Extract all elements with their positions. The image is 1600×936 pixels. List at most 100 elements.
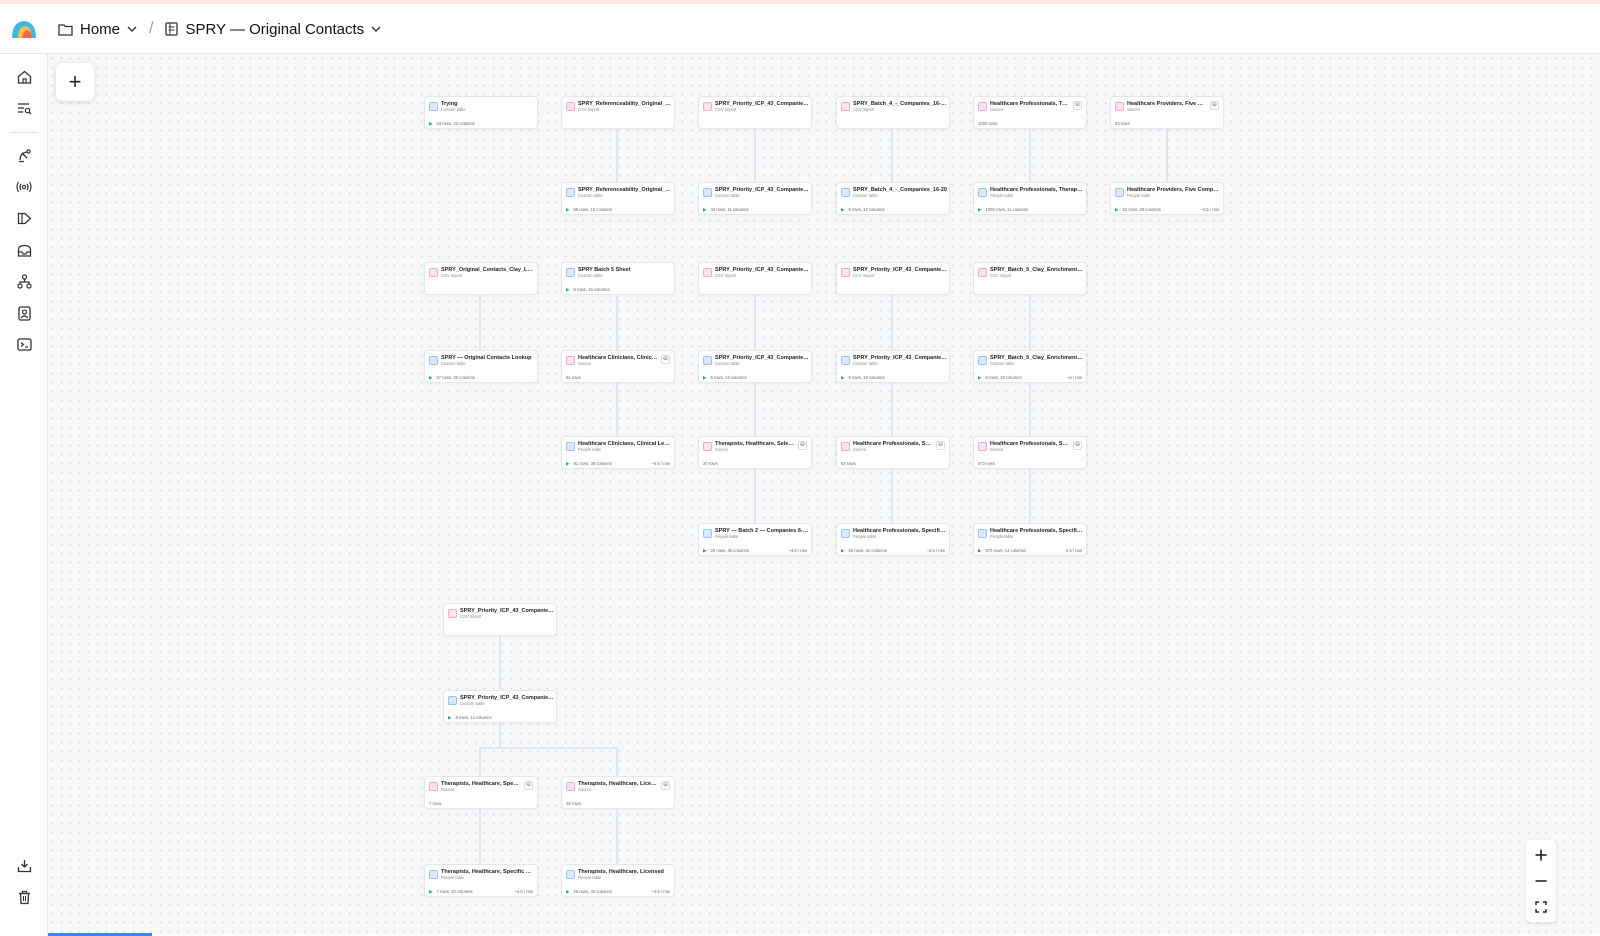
chevron-down-icon[interactable]	[371, 26, 381, 33]
workflow-node[interactable]: Therapists, Healthcare, Specific Com... P…	[424, 864, 538, 897]
workflow-node[interactable]: Trying Custom table ▶ 44 rows, 22 columns	[424, 96, 538, 129]
node-type-label: CSV import	[460, 614, 482, 619]
play-icon[interactable]: ▶	[448, 715, 451, 720]
play-icon[interactable]: ▶	[566, 889, 569, 894]
satellite-icon[interactable]	[13, 144, 35, 166]
fit-view-button[interactable]	[1526, 894, 1556, 920]
custom-table-icon	[429, 102, 438, 111]
workflow-node[interactable]: Therapists, Healthcare, Licensed Source 26…	[561, 776, 675, 809]
node-credit-rate: ~4.5 / row	[514, 889, 533, 894]
workflow-node[interactable]: SPRY_Batch_5_Clay_Enrichment_Rea...CSV i…	[973, 262, 1087, 295]
workflow-node[interactable]: Healthcare Professionals, Specific Co...…	[836, 523, 950, 556]
node-stats: ▶ 873 rows, 14 columns	[978, 548, 1026, 554]
node-type-label: Source	[441, 787, 455, 792]
contact-card-icon[interactable]	[13, 302, 35, 324]
workflow-node[interactable]: Healthcare Professionals, Ther... Source 1…	[973, 96, 1087, 129]
workflow-node[interactable]: SPRY — Batch 2 — Companies 6-10 ... Peopl…	[698, 523, 812, 556]
add-node-button[interactable]: +	[56, 63, 94, 101]
chevron-down-icon[interactable]	[127, 26, 137, 33]
workflow-node[interactable]: Therapists, Healthcare, Licensed People t…	[561, 864, 675, 897]
database-icon[interactable]: ⛁	[1073, 441, 1082, 450]
play-icon[interactable]: ▶	[978, 375, 981, 380]
play-icon[interactable]: ▶	[703, 207, 706, 212]
zoom-out-button[interactable]	[1526, 868, 1556, 894]
node-stats-text: 1000 rows, 11 columns	[985, 207, 1029, 212]
node-stats-text: 20 rows, 40 columns	[710, 548, 749, 553]
workflow-node[interactable]: Healthcare Providers, Five Com... Source 6…	[1110, 96, 1224, 129]
database-icon[interactable]: ⛁	[524, 781, 533, 790]
workflow-node[interactable]: SPRY_Priority_ICP_43_Companies (2) ...CS…	[698, 96, 812, 129]
play-icon[interactable]: ▶	[841, 375, 844, 380]
play-icon[interactable]: ▶	[429, 889, 432, 894]
workflow-node[interactable]: SPRY_Priority_ICP_43_Companies (2) ...Cu…	[443, 690, 557, 723]
inbox-icon[interactable]	[13, 239, 35, 261]
workflow-node[interactable]: Healthcare Providers, Five Companies Peop…	[1110, 182, 1224, 215]
node-type-label: Source	[578, 361, 592, 366]
node-stats-text: 95 rows, 15 columns	[573, 207, 612, 212]
app-logo[interactable]	[10, 18, 38, 40]
workflow-node[interactable]: SPRY_Priority_ICP_43_Companies (3)... Cus…	[698, 350, 812, 383]
node-credit-rate: ~4.5 / row	[651, 461, 670, 466]
database-icon[interactable]: ⛁	[798, 441, 807, 450]
workflow-node[interactable]: SPRY_Referenceability_Original_Cont... CS…	[561, 96, 675, 129]
play-icon[interactable]: ▶	[978, 548, 981, 553]
terminal-icon[interactable]	[13, 333, 35, 355]
database-icon[interactable]: ⛁	[661, 355, 670, 364]
play-icon[interactable]: ▶	[841, 207, 844, 212]
workflow-icon[interactable]	[13, 270, 35, 292]
play-icon[interactable]: ▶	[566, 207, 569, 212]
breadcrumb-home[interactable]: Home	[58, 21, 137, 38]
workflow-node[interactable]: SPRY_Original_Contacts_Clay_Lookup...CSV…	[424, 262, 538, 295]
workflow-canvas[interactable]	[48, 54, 1600, 934]
play-icon[interactable]: ▶	[566, 461, 569, 466]
node-stats: 873 rows	[978, 461, 995, 466]
node-type-label: Custom table	[853, 361, 878, 366]
workflow-node[interactable]: SPRY_Priority_ICP_43_Companies (2) Custom…	[698, 182, 812, 215]
workflow-node[interactable]: Therapists, Healthcare, Selecte... Source…	[698, 436, 812, 469]
play-icon[interactable]: ▶	[703, 548, 706, 553]
workflow-node[interactable]: Healthcare Professionals, Spec... Source 8…	[973, 436, 1087, 469]
play-icon[interactable]: ▶	[1115, 207, 1118, 212]
node-stats-text: 62 rows, 28 columns	[1122, 207, 1161, 212]
workflow-node[interactable]: Healthcare Professionals, Specific Co...…	[973, 523, 1087, 556]
workflow-node[interactable]: SPRY_Priority_ICP_43_Companies 4 - ...CS…	[836, 262, 950, 295]
workflow-node[interactable]: Therapists, Healthcare, Specifi... Source…	[424, 776, 538, 809]
workflow-node[interactable]: SPRY_Batch_4_-_Companies_16-20.csvCSV im…	[836, 96, 950, 129]
broadcast-icon[interactable]	[13, 176, 35, 198]
workflow-node[interactable]: SPRY_Batch_4_-_Companies_16-20 Custom tab…	[836, 182, 950, 215]
import-icon[interactable]	[13, 855, 35, 877]
workflow-node[interactable]: Healthcare Professionals, Therapy, C... P…	[973, 182, 1087, 215]
workflow-node[interactable]: Healthcare Professionals, Spec... Source 5…	[836, 436, 950, 469]
workflow-node[interactable]: SPRY_Batch_5_Clay_Enrichment_ReadyCustom…	[973, 350, 1087, 383]
play-icon[interactable]: ▶	[429, 375, 432, 380]
node-type-label: Custom table	[715, 361, 740, 366]
database-icon[interactable]: ⛁	[1210, 101, 1219, 110]
play-icon[interactable]: ▶	[566, 287, 569, 292]
node-stats: ▶ 53 rows, 42 columns	[841, 548, 887, 554]
node-stats: ▶ 62 rows, 28 columns	[1115, 207, 1161, 213]
workflow-node[interactable]: SPRY_Priority_ICP_43_Companies (3)... CSV…	[698, 262, 812, 295]
trash-icon[interactable]	[13, 886, 35, 908]
play-icon[interactable]: ▶	[703, 375, 706, 380]
workflow-node[interactable]: Healthcare Clinicians, Clinical Leader..…	[561, 436, 675, 469]
people-table-icon	[703, 529, 712, 538]
workflow-node[interactable]: SPRY_Priority_ICP_43_Companies (2)... CSV…	[443, 603, 557, 636]
database-icon[interactable]: ⛁	[936, 441, 945, 450]
play-icon[interactable]: ▶	[429, 121, 432, 126]
workflow-node[interactable]: SPRY — Original Contacts Lookup Custom ta…	[424, 350, 538, 383]
workflow-node[interactable]: SPRY_Priority_ICP_43_Companies 4 - ...Cu…	[836, 350, 950, 383]
play-icon[interactable]: ▶	[978, 207, 981, 212]
database-icon[interactable]: ⛁	[1073, 101, 1082, 110]
node-stats: ▶ 5 rows, 19 columns	[978, 375, 1022, 381]
workflow-node[interactable]: SPRY_Referenceability_Original_Cont... Cu…	[561, 182, 675, 215]
megaphone-icon[interactable]	[13, 207, 35, 229]
workflow-node[interactable]: SPRY Batch 5 Sheet Custom table ▶ 8 rows, 1…	[561, 262, 675, 295]
search-list-icon[interactable]	[13, 97, 35, 119]
database-icon[interactable]: ⛁	[661, 781, 670, 790]
breadcrumb-doc[interactable]: SPRY — Original Contacts	[165, 21, 381, 38]
zoom-in-button[interactable]	[1526, 842, 1556, 868]
workflow-node[interactable]: Healthcare Clinicians, Clinical L... Sour…	[561, 350, 675, 383]
play-icon[interactable]: ▶	[841, 548, 844, 553]
home-icon[interactable]	[13, 66, 35, 88]
csv-import-icon	[978, 268, 987, 277]
